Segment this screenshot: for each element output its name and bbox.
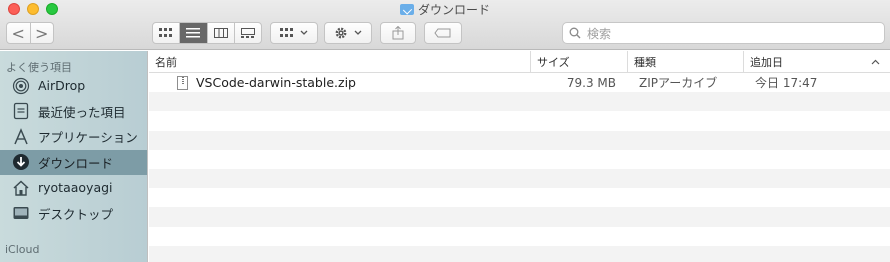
search-icon xyxy=(569,27,581,39)
gear-icon xyxy=(335,27,347,39)
column-view-icon xyxy=(213,28,228,38)
column-header-date-added[interactable]: 追加日 xyxy=(744,51,890,72)
empty-row xyxy=(149,207,890,227)
action-button[interactable] xyxy=(324,22,372,44)
arrange-button[interactable] xyxy=(270,22,318,44)
share-icon xyxy=(392,26,404,40)
column-view-button[interactable] xyxy=(208,23,235,43)
window-title: ダウンロード xyxy=(0,1,890,18)
sidebar-item-applications[interactable]: アプリケーション xyxy=(0,124,147,150)
grid-icon xyxy=(280,28,293,37)
share-button[interactable] xyxy=(380,22,416,44)
icon-view-button[interactable] xyxy=(153,23,181,43)
empty-row xyxy=(149,92,890,112)
applications-icon xyxy=(12,127,30,146)
sidebar-item-downloads[interactable]: ダウンロード xyxy=(0,149,147,175)
chevron-down-icon xyxy=(300,30,308,35)
sidebar-section-favorites: よく使う項目 xyxy=(6,61,72,74)
back-button[interactable]: < xyxy=(7,23,31,43)
empty-row xyxy=(149,150,890,169)
sidebar-item-desktop[interactable]: デスクトップ xyxy=(0,201,147,227)
empty-row xyxy=(149,130,890,150)
chevron-down-icon xyxy=(354,30,362,35)
desktop-icon xyxy=(12,204,30,222)
sidebar-item-label: アプリケーション xyxy=(38,130,138,146)
tag-icon xyxy=(434,28,451,38)
gallery-view-icon xyxy=(240,28,255,38)
sidebar-section-icloud: iCloud xyxy=(5,243,40,256)
file-name: VSCode-darwin-stable.zip xyxy=(196,75,356,91)
list-header: 名前 サイズ 種類 追加日 xyxy=(149,51,890,73)
column-header-name[interactable]: 名前 xyxy=(149,51,531,72)
sort-ascending-icon xyxy=(871,59,880,64)
gallery-view-button[interactable] xyxy=(235,23,261,43)
sidebar-item-label: ダウンロード xyxy=(38,155,114,171)
empty-row xyxy=(149,168,890,189)
empty-row xyxy=(149,245,890,262)
list-view-button[interactable] xyxy=(180,23,208,43)
search-field[interactable]: 検索 xyxy=(562,22,885,44)
sidebar-item-label: AirDrop xyxy=(38,78,86,94)
home-icon xyxy=(12,179,30,197)
file-kind: ZIPアーカイブ xyxy=(639,76,718,91)
nav-buttons: < > xyxy=(6,22,54,44)
file-list: 名前 サイズ 種類 追加日 VSCode-darwin-stable.zip 7… xyxy=(149,51,890,262)
empty-row xyxy=(149,227,890,246)
file-date-added: 今日 17:47 xyxy=(755,76,818,91)
sidebar: よく使う項目 AirDrop 最近使った項目 アプリケーション ダウンロード r… xyxy=(0,51,148,262)
window-toolbar: ダウンロード < > 検索 xyxy=(0,0,890,50)
sidebar-item-label: デスクトップ xyxy=(38,206,114,222)
sidebar-item-home[interactable]: ryotaaoyagi xyxy=(0,175,147,201)
column-header-size[interactable]: サイズ xyxy=(531,51,628,72)
view-mode-group xyxy=(152,22,262,44)
sidebar-item-recents[interactable]: 最近使った項目 xyxy=(0,99,147,125)
column-header-kind[interactable]: 種類 xyxy=(628,51,744,72)
downloads-icon xyxy=(12,153,30,171)
file-row[interactable]: VSCode-darwin-stable.zip 79.3 MB ZIPアーカイ… xyxy=(149,73,890,92)
file-size: 79.3 MB xyxy=(566,75,616,90)
sidebar-item-label: 最近使った項目 xyxy=(38,104,126,120)
list-rows: VSCode-darwin-stable.zip 79.3 MB ZIPアーカイ… xyxy=(149,73,890,262)
empty-row xyxy=(149,111,890,130)
sidebar-item-label: ryotaaoyagi xyxy=(38,180,113,196)
sidebar-item-airdrop[interactable]: AirDrop xyxy=(0,73,147,99)
list-view-icon xyxy=(186,28,201,38)
zip-file-icon xyxy=(177,75,188,90)
downloads-folder-icon xyxy=(399,4,414,15)
search-placeholder: 検索 xyxy=(587,26,612,41)
tag-button[interactable] xyxy=(424,22,462,44)
forward-button[interactable]: > xyxy=(31,23,54,43)
airdrop-icon xyxy=(12,77,30,95)
empty-row xyxy=(149,188,890,207)
recents-icon xyxy=(12,102,30,120)
icon-view-icon xyxy=(159,28,173,37)
